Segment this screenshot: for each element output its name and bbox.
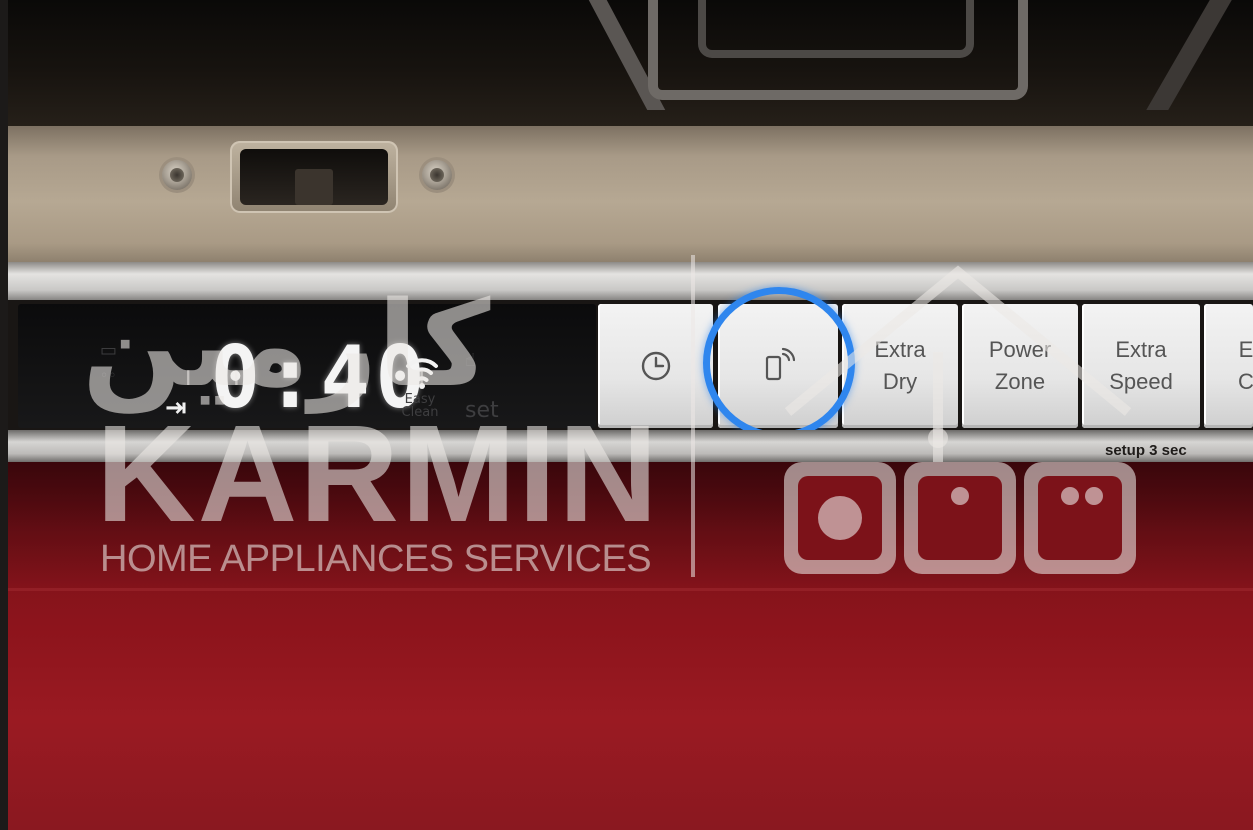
easy-clean-label: Easy Clean	[401, 392, 439, 420]
extra-clean-button[interactable]: E C	[1204, 304, 1253, 428]
dish-rack-inner	[698, 0, 974, 58]
set-label: set	[465, 398, 499, 423]
dishwasher-interior	[8, 0, 1253, 128]
latch-tab	[295, 169, 333, 205]
delay-start-button[interactable]	[598, 304, 713, 428]
rack-rail	[1146, 0, 1232, 110]
rinse-icon: ◦◦	[100, 368, 117, 384]
dishes-icon: ▭	[100, 340, 118, 361]
wifi-icon	[406, 358, 438, 389]
dishwasher-scene: ▭ ◦◦ ⇥ 0:40 ☝ Easy Clean set Extra Dry P…	[0, 0, 1253, 830]
thumb-icon: ☝	[465, 350, 476, 371]
door-top-trim	[8, 126, 1253, 264]
latch-opening	[240, 149, 388, 205]
watermark-house-logo-icon	[784, 265, 1136, 574]
image-border	[0, 0, 8, 830]
door-crease	[8, 588, 1253, 591]
screw-icon	[422, 160, 452, 190]
clock-icon	[641, 351, 670, 381]
watermark-divider	[691, 255, 695, 577]
remaining-time-readout: 0:40	[210, 328, 431, 428]
screw-icon	[162, 160, 192, 190]
door-latch	[230, 141, 398, 213]
delay-start-icon: ⇥	[165, 393, 187, 423]
extra-clean-label: E C	[1238, 337, 1253, 394]
